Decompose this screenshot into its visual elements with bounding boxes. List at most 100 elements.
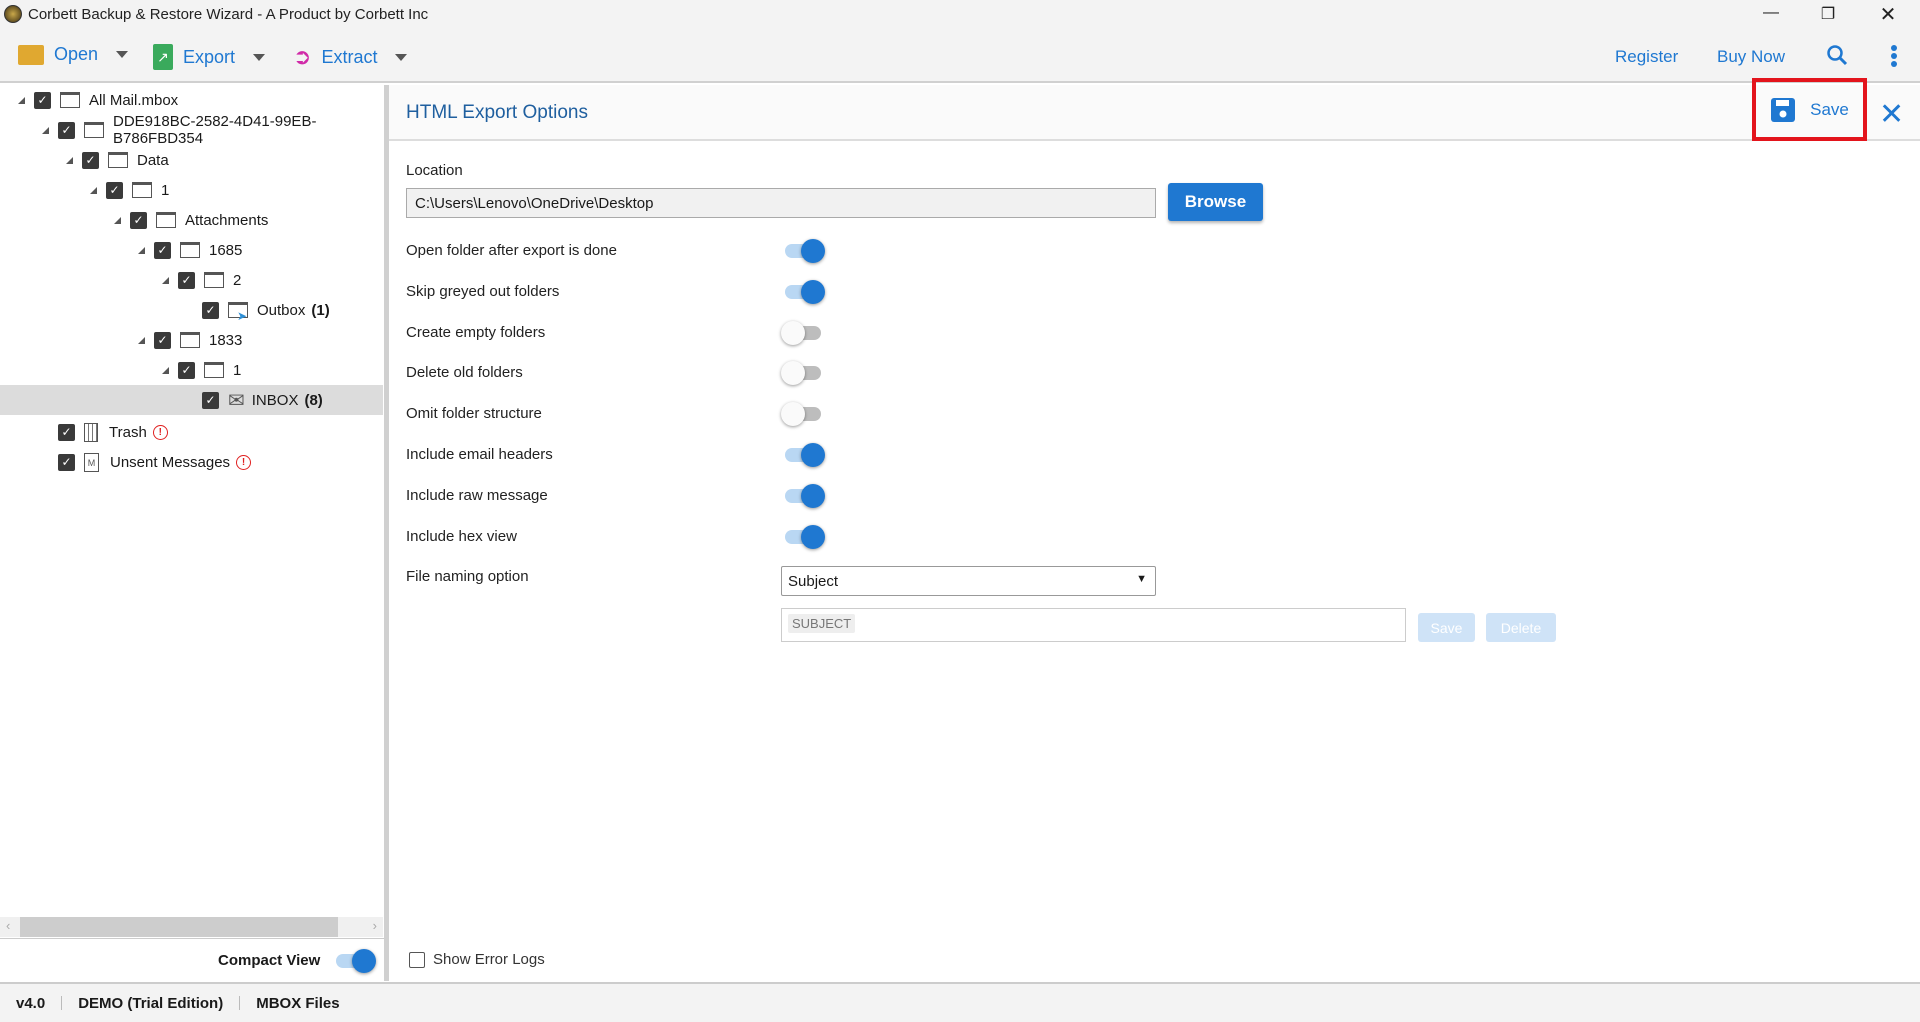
tree-item[interactable]: ✓ M Unsent Messages! (0, 447, 383, 477)
tree-checkbox[interactable]: ✓ (154, 241, 171, 259)
expand-arrow-icon[interactable] (162, 366, 169, 374)
tree-checkbox[interactable]: ✓ (58, 121, 75, 139)
tree-checkbox[interactable]: ✓ (202, 391, 219, 409)
tree-item[interactable]: ✓ Data (0, 145, 383, 175)
tree-item[interactable]: ✓ 1833 (0, 325, 383, 355)
warning-icon: ! (236, 454, 252, 470)
outbox-icon: ➤ (228, 302, 248, 323)
close-window-button[interactable]: ✕ (1873, 2, 1903, 27)
tree-item[interactable]: ✓ 1685 (0, 235, 383, 265)
open-label: Open (54, 44, 99, 64)
tree-item-label: DDE918BC-2582-4D41-99EB-B786FBD354 (113, 113, 317, 147)
expand-arrow-icon[interactable] (18, 96, 25, 104)
tag-delete-button[interactable]: Delete (1486, 613, 1556, 642)
tree-item[interactable]: ✓ DDE918BC-2582-4D41-99EB-B786FBD354 (0, 113, 383, 147)
option-label: Include raw message (406, 486, 548, 504)
export-menu[interactable]: ↗ Export (153, 44, 266, 70)
search-icon[interactable] (1826, 44, 1848, 71)
tree-item[interactable]: ✓ Attachments (0, 205, 383, 235)
save-button[interactable]: Save (1752, 78, 1867, 141)
more-options-icon[interactable] (1890, 44, 1898, 73)
option-label: Skip greyed out folders (406, 282, 560, 300)
dropdown-arrow-icon: ▼ (1136, 573, 1147, 585)
export-file-icon: ↗ (153, 44, 173, 70)
register-link[interactable]: Register (1615, 47, 1678, 67)
tree-item[interactable]: ✓ 1 (0, 355, 383, 385)
expand-arrow-icon[interactable] (42, 126, 49, 134)
tree-checkbox[interactable]: ✓ (154, 331, 171, 349)
panel-title: HTML Export Options (406, 102, 588, 123)
folder-icon (180, 242, 200, 258)
trash-icon (84, 422, 98, 442)
buy-now-link[interactable]: Buy Now (1717, 47, 1785, 67)
location-input[interactable]: C:\Users\Lenovo\OneDrive\Desktop (406, 188, 1156, 218)
tree-item-label: Trash (109, 423, 147, 441)
tree-checkbox[interactable]: ✓ (58, 453, 75, 471)
save-label: Save (1810, 99, 1849, 119)
chevron-down-icon (116, 51, 129, 58)
chevron-down-icon (395, 53, 408, 61)
option-toggle[interactable] (785, 239, 825, 263)
tree-item[interactable]: ✓ ✉ INBOX (8) (0, 385, 383, 415)
file-naming-select[interactable]: Subject ▼ (781, 566, 1156, 596)
expand-arrow-icon[interactable] (90, 186, 97, 194)
minimize-button[interactable]: — (1756, 4, 1786, 22)
tree-item[interactable]: ✓ Trash! (0, 417, 383, 447)
option-toggle[interactable] (781, 402, 821, 427)
extract-menu[interactable]: ➲ Extract (293, 44, 408, 70)
tree-checkbox[interactable]: ✓ (34, 91, 51, 109)
naming-pattern-input[interactable]: SUBJECT (781, 608, 1406, 642)
open-menu[interactable]: Open (18, 44, 129, 65)
app-logo (4, 5, 22, 23)
scrollbar-thumb[interactable] (20, 917, 338, 937)
compact-view-label: Compact View (218, 952, 321, 969)
expand-arrow-icon[interactable] (162, 276, 169, 284)
title-bar: Corbett Backup & Restore Wizard - A Prod… (0, 0, 1920, 30)
folder-open-icon (18, 44, 44, 65)
option-toggle[interactable] (781, 361, 821, 386)
tree-checkbox[interactable]: ✓ (58, 423, 75, 441)
tree-item-label: Outbox (257, 301, 306, 319)
tree-checkbox[interactable]: ✓ (202, 301, 219, 319)
compact-view-toggle[interactable] (336, 949, 376, 973)
restore-button[interactable]: ❐ (1813, 4, 1843, 24)
tree-checkbox[interactable]: ✓ (106, 181, 123, 199)
option-toggle[interactable] (785, 524, 825, 549)
tree-item[interactable]: ✓ 2 (0, 265, 383, 295)
extract-icon: ➲ (293, 44, 312, 69)
scroll-right-icon[interactable]: › (373, 918, 377, 933)
option-label: Omit folder structure (406, 405, 542, 423)
tree-item-label: INBOX (251, 391, 299, 409)
option-toggle[interactable] (785, 483, 825, 508)
folder-icon (156, 212, 176, 228)
scroll-left-icon[interactable]: ‹ (6, 918, 10, 933)
tree-item-label: Unsent Messages (110, 453, 231, 471)
folder-icon (180, 332, 200, 348)
tree-item-label: 1685 (209, 241, 243, 259)
expand-arrow-icon[interactable] (138, 336, 145, 344)
tree-item[interactable]: ✓ All Mail.mbox (0, 85, 383, 115)
option-toggle[interactable] (785, 279, 825, 304)
expand-arrow-icon[interactable] (138, 246, 145, 254)
tree-item[interactable]: ✓ 1 (0, 175, 383, 205)
tree-item-label: Data (137, 151, 169, 169)
option-toggle[interactable] (781, 320, 821, 345)
browse-button[interactable]: Browse (1168, 183, 1263, 221)
file-naming-label: File naming option (406, 568, 529, 585)
tree-checkbox[interactable]: ✓ (82, 151, 99, 169)
expand-arrow-icon[interactable] (114, 216, 121, 224)
tag-save-button[interactable]: Save (1418, 613, 1475, 642)
option-toggle[interactable] (785, 443, 825, 467)
tree-checkbox[interactable]: ✓ (178, 361, 195, 379)
expand-arrow-icon[interactable] (66, 156, 73, 164)
option-label: Open folder after export is done (406, 242, 617, 259)
panel-splitter[interactable] (384, 85, 389, 981)
show-error-logs-checkbox[interactable] (409, 952, 425, 968)
tree-checkbox[interactable]: ✓ (130, 211, 147, 229)
tree-item-label: Attachments (185, 211, 269, 229)
close-panel-icon[interactable]: ✕ (1879, 97, 1904, 132)
tree-item[interactable]: ✓ ➤ Outbox (1) (0, 295, 383, 325)
folder-icon (60, 92, 80, 108)
tree-checkbox[interactable]: ✓ (178, 271, 195, 289)
file-type-text: MBOX Files (256, 994, 340, 1012)
